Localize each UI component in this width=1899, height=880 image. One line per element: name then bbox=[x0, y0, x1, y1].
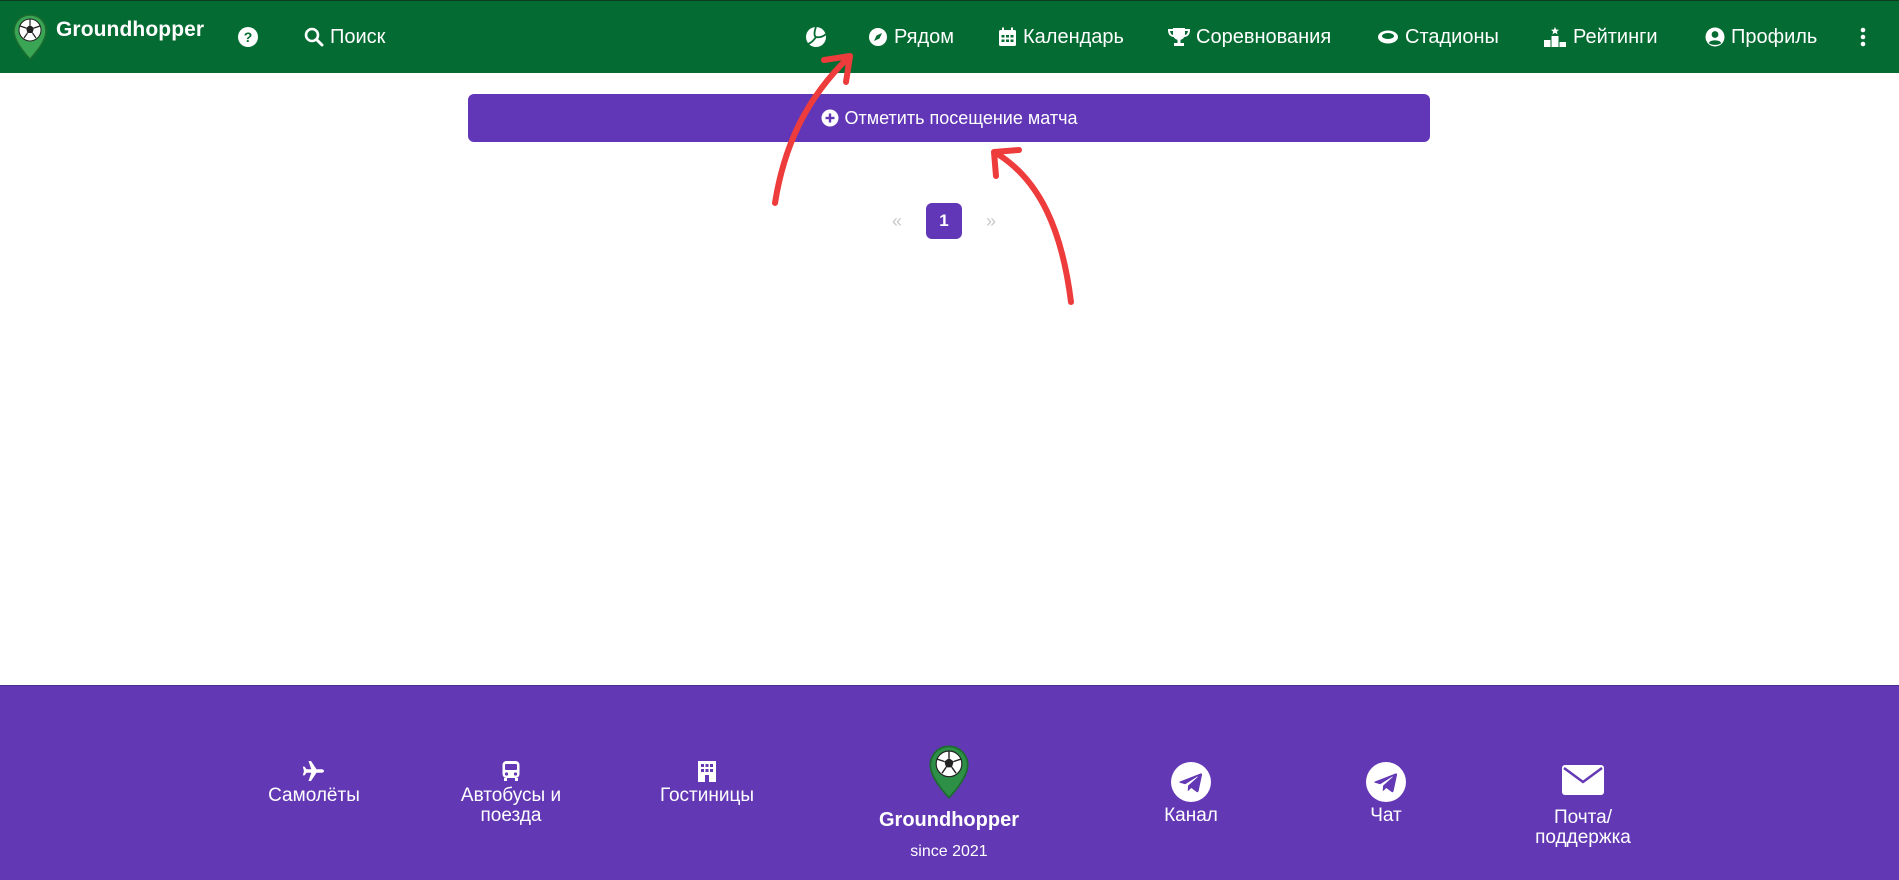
nav-nearby[interactable]: Рядом bbox=[868, 22, 954, 52]
more-menu-button[interactable] bbox=[1859, 22, 1867, 52]
nav-search[interactable]: Поиск bbox=[304, 22, 385, 52]
help-button[interactable]: ? bbox=[237, 22, 259, 52]
pagination: « 1 » bbox=[890, 203, 998, 239]
trophy-icon bbox=[1168, 28, 1190, 46]
footer-buses-link[interactable]: Автобусы и поезда bbox=[441, 760, 581, 826]
compass-icon bbox=[869, 28, 887, 46]
envelope-icon bbox=[1562, 765, 1604, 795]
nav-ratings-label: Рейтинги bbox=[1573, 25, 1658, 48]
plane-icon bbox=[302, 761, 324, 781]
nav-nearby-label: Рядом bbox=[894, 25, 955, 48]
footer: Самолёты Автобусы и поезда Гостиницы Gro… bbox=[0, 685, 1899, 880]
nav-stadiums[interactable]: Стадионы bbox=[1377, 22, 1499, 52]
user-circle-icon bbox=[1705, 27, 1725, 47]
footer-channel-link[interactable]: Канал bbox=[1141, 762, 1241, 826]
footer-channel-label: Канал bbox=[1164, 805, 1218, 826]
svg-text:?: ? bbox=[244, 29, 253, 45]
pagination-prev[interactable]: « bbox=[890, 211, 904, 232]
footer-chat-label: Чат bbox=[1370, 805, 1402, 826]
footer-brand-link[interactable]: Groundhopper since 2021 bbox=[869, 744, 1029, 862]
footer-buses-label-2: поезда bbox=[480, 805, 542, 826]
telegram-icon bbox=[1366, 762, 1406, 802]
nav-calendar[interactable]: Календарь bbox=[998, 22, 1124, 52]
stadium-icon bbox=[1378, 30, 1398, 44]
footer-since: since 2021 bbox=[910, 843, 988, 860]
bus-icon bbox=[502, 761, 520, 781]
footer-mail-label-1: Почта/ bbox=[1553, 807, 1613, 828]
pagination-next[interactable]: » bbox=[984, 211, 998, 232]
nav-profile[interactable]: Профиль bbox=[1705, 22, 1817, 52]
footer-planes-link[interactable]: Самолёты bbox=[256, 760, 372, 806]
nav-ratings[interactable]: Рейтинги bbox=[1543, 22, 1658, 52]
nav-profile-label: Профиль bbox=[1731, 25, 1818, 48]
search-icon bbox=[304, 27, 324, 47]
nav-stadiums-label: Стадионы bbox=[1405, 25, 1499, 48]
vertical-dots-icon bbox=[1860, 27, 1866, 47]
footer-planes-label: Самолёты bbox=[268, 785, 360, 806]
footer-buses-label-1: Автобусы и bbox=[460, 785, 562, 806]
nav-calendar-label: Календарь bbox=[1023, 25, 1124, 48]
nav-volleyball[interactable] bbox=[805, 22, 827, 52]
brand-link[interactable]: Groundhopper bbox=[12, 13, 204, 61]
pagination-page-current[interactable]: 1 bbox=[926, 203, 962, 239]
soccer-pin-logo-icon bbox=[929, 745, 969, 799]
plus-circle-icon bbox=[821, 109, 838, 127]
footer-chat-link[interactable]: Чат bbox=[1336, 762, 1436, 826]
calendar-icon bbox=[999, 27, 1016, 46]
mark-match-visit-label: Отметить посещение матча bbox=[844, 107, 1078, 128]
nav-competitions-label: Соревнования bbox=[1196, 25, 1332, 48]
footer-mail-link[interactable]: Почта/ поддержка bbox=[1518, 764, 1648, 848]
question-circle-icon: ? bbox=[238, 27, 258, 47]
annotation-arrow-to-mark-button bbox=[991, 147, 1074, 305]
footer-hotels-link[interactable]: Гостиницы bbox=[648, 760, 766, 806]
volleyball-icon bbox=[806, 26, 827, 47]
mark-match-visit-button[interactable]: Отметить посещение матча bbox=[468, 94, 1430, 142]
footer-brand-name: Groundhopper bbox=[879, 809, 1019, 831]
soccer-pin-logo-icon bbox=[13, 14, 47, 61]
footer-hotels-label: Гостиницы bbox=[659, 785, 755, 806]
nav-search-label: Поиск bbox=[330, 25, 386, 48]
podium-icon bbox=[1544, 27, 1566, 47]
top-navbar: Groundhopper ? Поиск Рядом Календарь Сор… bbox=[0, 0, 1899, 73]
telegram-icon bbox=[1171, 762, 1211, 802]
hotel-building-icon bbox=[698, 761, 716, 782]
nav-competitions[interactable]: Соревнования bbox=[1168, 22, 1331, 52]
footer-mail-label-2: поддержка bbox=[1535, 827, 1631, 848]
brand-name: Groundhopper bbox=[56, 18, 205, 41]
